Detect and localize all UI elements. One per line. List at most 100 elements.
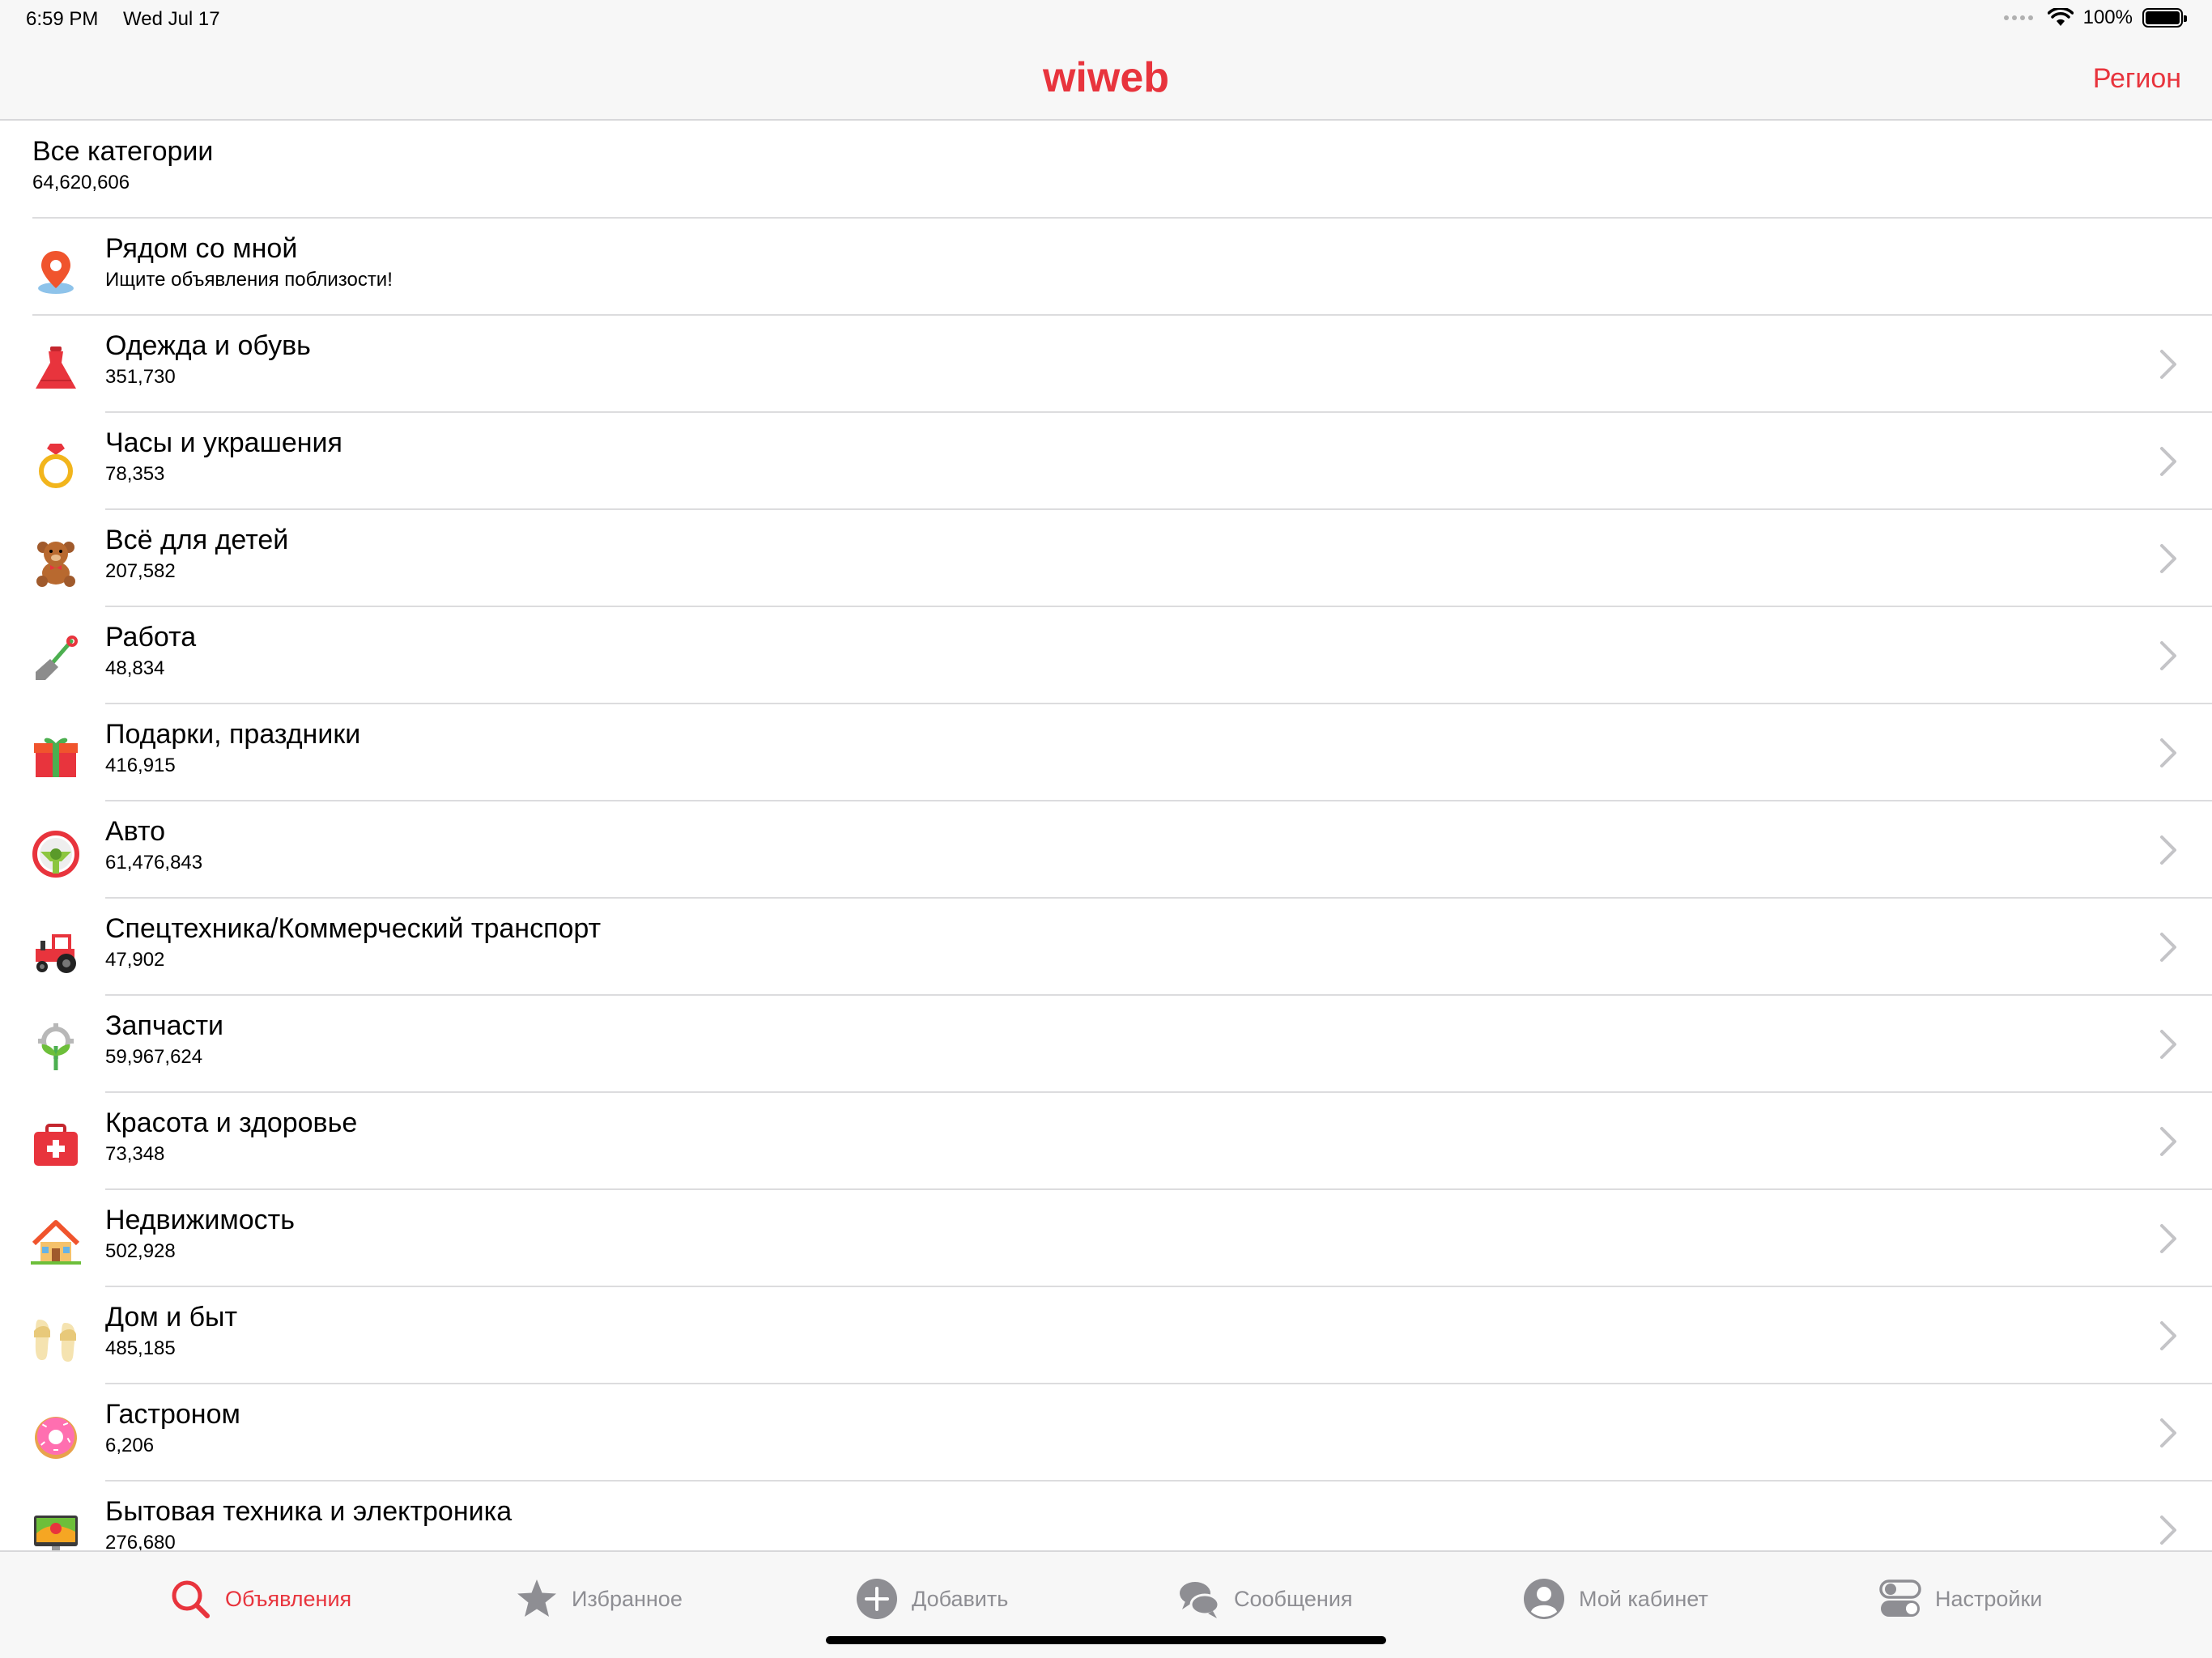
tab-label: Избранное (572, 1586, 683, 1611)
chevron-right-icon (2160, 933, 2176, 962)
category-count: 48,834 (105, 657, 165, 679)
wifi-icon (2047, 8, 2074, 26)
category-count: Ищите объявления поблизости! (105, 269, 393, 291)
category-row[interactable]: Всё для детей 207,582 (0, 510, 2212, 607)
all-categories-title: Все категории (32, 136, 214, 167)
tractor-icon (36, 934, 76, 973)
cellular-signal-icon (2003, 15, 2033, 20)
category-title: Всё для детей (105, 525, 289, 555)
chevron-right-icon (2160, 447, 2176, 476)
category-title: Запчасти (105, 1010, 224, 1041)
status-bar: 6:59 PM Wed Jul 17 100% (0, 0, 2212, 39)
chevron-right-icon (2160, 1127, 2176, 1156)
battery-icon (2142, 8, 2187, 28)
category-title: Работа (105, 622, 197, 653)
category-title: Подарки, праздники (105, 719, 361, 750)
category-count: 485,185 (105, 1337, 176, 1359)
chevron-right-icon (2160, 1516, 2176, 1545)
tab-favorites[interactable]: Избранное (515, 1575, 683, 1623)
category-row[interactable]: Запчасти 59,967,624 (0, 996, 2212, 1093)
category-row[interactable]: Красота и здоровье 73,348 (0, 1093, 2212, 1190)
category-row[interactable]: Недвижимость 502,928 (0, 1190, 2212, 1287)
category-title: Часы и украшения (105, 427, 342, 458)
user-icon (1524, 1579, 1564, 1619)
category-row[interactable]: Одежда и обувь 351,730 (0, 316, 2212, 413)
app-logo: wiweb (1042, 54, 1170, 101)
category-count: 59,967,624 (105, 1046, 203, 1068)
all-categories-count: 64,620,606 (32, 172, 130, 193)
category-row[interactable]: Спецтехника/Коммерческий транспорт 47,902 (0, 899, 2212, 996)
chevron-right-icon (2160, 1224, 2176, 1253)
category-title: Красота и здоровье (105, 1107, 358, 1138)
status-date: Wed Jul 17 (123, 8, 220, 30)
all-categories-row[interactable]: Все категории 64,620,606 (0, 121, 2212, 219)
search-icon (172, 1580, 210, 1618)
category-count: 276,680 (105, 1532, 176, 1550)
category-list[interactable]: Все категории 64,620,606 Рядом со мной Ищ… (0, 121, 2212, 1550)
category-count: 351,730 (105, 366, 176, 388)
location-pin-icon (38, 251, 74, 294)
toggles-icon (1879, 1579, 1921, 1617)
category-title: Рядом со мной (105, 233, 298, 264)
chevron-right-icon (2160, 1030, 2176, 1059)
region-button[interactable]: Регион (2093, 63, 2181, 95)
battery-percent: 100% (2082, 6, 2133, 28)
tab-label: Объявления (225, 1586, 352, 1611)
category-row[interactable]: Часы и украшения 78,353 (0, 413, 2212, 510)
category-count: 73,348 (105, 1143, 165, 1165)
category-count: 6,206 (105, 1435, 155, 1456)
category-count: 416,915 (105, 755, 176, 776)
chevron-right-icon (2160, 738, 2176, 767)
category-count: 207,582 (105, 560, 176, 582)
tab-settings[interactable]: Настройки (1878, 1575, 2042, 1623)
category-row[interactable]: Бытовая техника и электроника 276,680 (0, 1482, 2212, 1550)
category-count: 78,353 (105, 463, 165, 485)
chevron-right-icon (2160, 1418, 2176, 1448)
category-row[interactable]: Дом и быт 485,185 (0, 1287, 2212, 1384)
tab-listings[interactable]: Объявления (168, 1575, 351, 1623)
category-title: Спецтехника/Коммерческий транспорт (105, 913, 602, 944)
category-title: Одежда и обувь (105, 330, 311, 361)
tab-label: Добавить (912, 1586, 1009, 1611)
star-icon (517, 1579, 556, 1617)
slippers-icon (34, 1320, 76, 1362)
category-row[interactable]: Рядом со мной Ищите объявления поблизости… (0, 219, 2212, 316)
donut-icon (35, 1417, 77, 1459)
category-title: Гастроном (105, 1399, 240, 1430)
category-row[interactable]: Гастроном 6,206 (0, 1384, 2212, 1482)
tab-label: Сообщения (1234, 1586, 1353, 1611)
category-count: 502,928 (105, 1240, 176, 1262)
chevron-right-icon (2160, 1321, 2176, 1350)
chevron-right-icon (2160, 641, 2176, 670)
tab-my-account[interactable]: Мой кабинет (1522, 1575, 1708, 1623)
category-row[interactable]: Авто 61,476,843 (0, 801, 2212, 899)
ring-icon (39, 444, 73, 488)
tab-label: Настройки (1935, 1586, 2043, 1611)
status-indicators: 100% (2003, 6, 2187, 29)
shovel-icon (36, 636, 78, 680)
category-title: Недвижимость (105, 1205, 295, 1235)
steering-wheel-icon (32, 831, 79, 878)
tab-label: Мой кабинет (1579, 1586, 1708, 1611)
status-time: 6:59 PM (26, 8, 99, 30)
home-indicator (826, 1636, 1386, 1644)
chat-bubbles-icon (1180, 1582, 1220, 1618)
category-title: Дом и быт (105, 1302, 238, 1333)
category-count: 61,476,843 (105, 852, 203, 874)
house-icon (31, 1220, 81, 1265)
category-row[interactable]: Работа 48,834 (0, 607, 2212, 704)
dress-icon (36, 346, 76, 389)
gear-plant-icon (38, 1023, 74, 1070)
teddy-bear-icon (36, 542, 75, 587)
chevron-right-icon (2160, 350, 2176, 379)
category-count: 47,902 (105, 949, 165, 971)
category-row[interactable]: Подарки, праздники 416,915 (0, 704, 2212, 801)
gift-icon (34, 738, 78, 777)
tab-messages[interactable]: Сообщения (1177, 1575, 1353, 1623)
first-aid-kit-icon (34, 1124, 78, 1166)
category-title: Авто (105, 816, 166, 847)
chevron-right-icon (2160, 544, 2176, 573)
tab-add[interactable]: Добавить (855, 1575, 1008, 1623)
category-title: Бытовая техника и электроника (105, 1496, 513, 1527)
navigation-bar: wiweb Регион (0, 39, 2212, 121)
